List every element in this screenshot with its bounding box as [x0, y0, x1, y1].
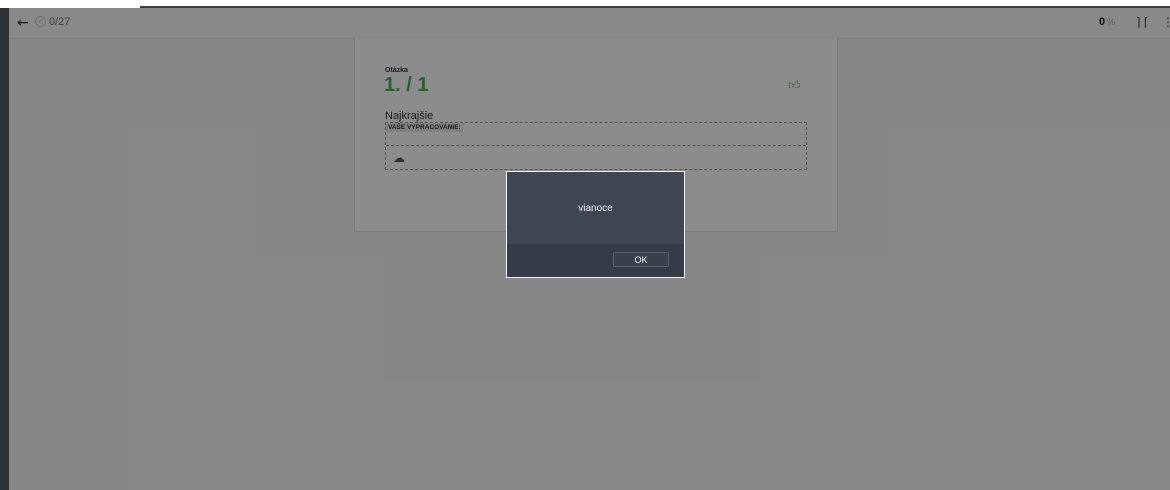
alert-dialog: vianoce OK: [506, 171, 685, 278]
ok-button[interactable]: OK: [613, 252, 669, 267]
browser-top-strip: [0, 0, 1170, 8]
left-window-edge: [0, 8, 9, 490]
dialog-message: vianoce: [578, 203, 613, 214]
